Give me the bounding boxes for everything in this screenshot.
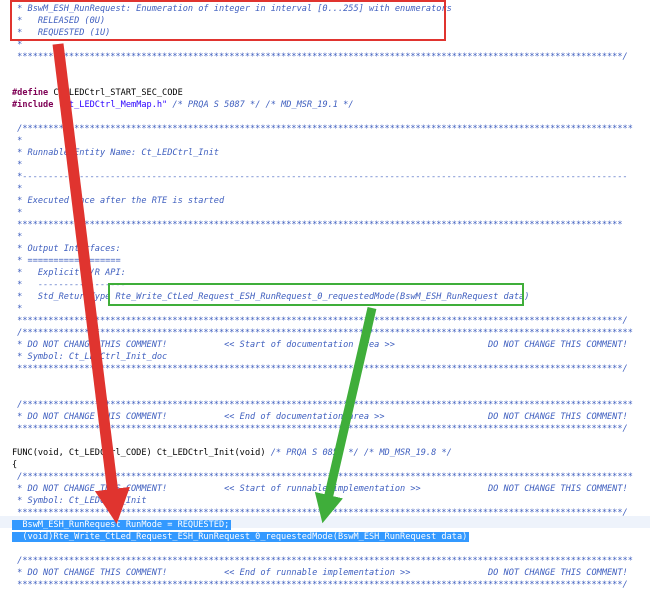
red-arrow xyxy=(52,43,130,524)
annotation-arrows xyxy=(52,43,377,524)
code-editor[interactable]: * BswM_ESH_RunRequest: Enumeration of in… xyxy=(0,0,650,590)
green-arrow xyxy=(314,306,377,524)
